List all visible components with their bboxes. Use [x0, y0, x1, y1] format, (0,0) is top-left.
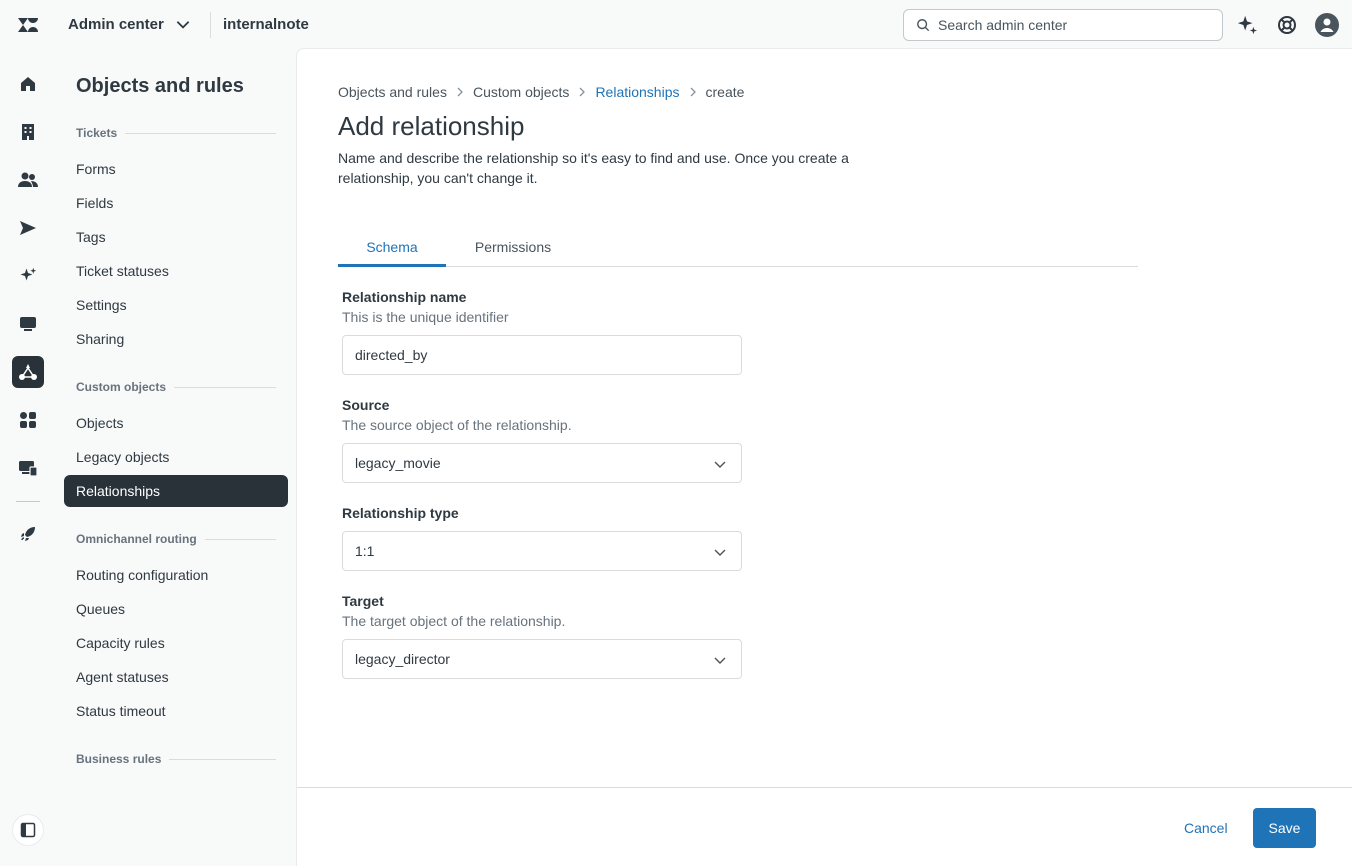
apps-icon[interactable]: [12, 404, 44, 436]
divider: [210, 12, 211, 38]
people-icon[interactable]: [12, 164, 44, 196]
relationship-name-field[interactable]: [342, 335, 742, 375]
rail-divider: [16, 501, 40, 502]
rocket-icon[interactable]: [12, 518, 44, 550]
search-input[interactable]: [938, 17, 1198, 33]
target-value: legacy_director: [355, 651, 450, 667]
target-hint: The target object of the relationship.: [342, 613, 566, 629]
source-value: legacy_movie: [355, 455, 441, 471]
relationship-name-input[interactable]: [355, 347, 725, 363]
building-icon[interactable]: [12, 116, 44, 148]
nav-item-fields[interactable]: Fields: [64, 187, 288, 219]
home-icon[interactable]: [12, 68, 44, 100]
nav-title: Objects and rules: [76, 75, 244, 97]
relationship-type-value: 1:1: [355, 543, 375, 559]
nav-item-routing-configuration[interactable]: Routing configuration: [64, 559, 288, 591]
tab-permissions[interactable]: Permissions: [460, 239, 566, 267]
tab-list: Schema Permissions: [338, 235, 1138, 267]
nav-section-tickets: Tickets: [76, 126, 276, 140]
nav-item-relationships[interactable]: Relationships: [64, 475, 288, 507]
breadcrumb-objects-and-rules[interactable]: Objects and rules: [338, 84, 447, 100]
ai-sparkle-icon[interactable]: [1235, 13, 1259, 37]
breadcrumb-relationships[interactable]: Relationships: [595, 84, 679, 100]
cancel-button[interactable]: Cancel: [1172, 808, 1240, 848]
target-select[interactable]: legacy_director: [342, 639, 742, 679]
source-label: Source: [342, 397, 390, 413]
nav-item-legacy-objects[interactable]: Legacy objects: [64, 441, 288, 473]
user-avatar-icon[interactable]: [1315, 13, 1339, 37]
nav-section-business-rules: Business rules: [76, 752, 276, 766]
workspaces-icon[interactable]: [12, 452, 44, 484]
relationship-name-label: Relationship name: [342, 289, 467, 305]
zendesk-logo-icon[interactable]: [16, 13, 40, 37]
nav-item-ticket-statuses[interactable]: Ticket statuses: [64, 255, 288, 287]
relationship-name-hint: This is the unique identifier: [342, 309, 509, 325]
relationship-type-label: Relationship type: [342, 505, 459, 521]
nav-item-sharing[interactable]: Sharing: [64, 323, 288, 355]
nav-item-status-timeout[interactable]: Status timeout: [64, 695, 288, 727]
collapse-sidebar-icon[interactable]: [12, 814, 44, 846]
chevron-down-icon: [714, 657, 726, 664]
source-select[interactable]: legacy_movie: [342, 443, 742, 483]
section-label: Tickets: [76, 126, 118, 140]
section-label: Omnichannel routing: [76, 532, 197, 546]
chat-icon[interactable]: [12, 308, 44, 340]
nav-item-objects[interactable]: Objects: [64, 407, 288, 439]
nav-item-settings[interactable]: Settings: [64, 289, 288, 321]
nav-section-omnichannel-routing: Omnichannel routing: [76, 532, 276, 546]
nav-section-custom-objects: Custom objects: [76, 380, 276, 394]
nav-item-agent-statuses[interactable]: Agent statuses: [64, 661, 288, 693]
page-description: Name and describe the relationship so it…: [338, 150, 849, 186]
objects-and-rules-icon[interactable]: [12, 356, 44, 388]
secondary-nav: Objects and rules Tickets Forms Fields T…: [56, 50, 296, 866]
help-icon[interactable]: [1275, 13, 1299, 37]
chevron-right-icon: [579, 87, 586, 97]
save-button[interactable]: Save: [1253, 808, 1316, 848]
breadcrumb: Objects and rules Custom objects Relatio…: [338, 84, 744, 100]
search-box[interactable]: [903, 9, 1223, 41]
page-title: Add relationship: [338, 111, 525, 141]
search-icon: [917, 19, 930, 32]
nav-item-queues[interactable]: Queues: [64, 593, 288, 625]
nav-item-tags[interactable]: Tags: [64, 221, 288, 253]
section-label: Business rules: [76, 752, 162, 766]
breadcrumb-current: create: [705, 84, 745, 100]
nav-item-capacity-rules[interactable]: Capacity rules: [64, 627, 288, 659]
product-name: Admin center: [68, 15, 164, 33]
target-label: Target: [342, 593, 384, 609]
chevron-down-icon: [714, 461, 726, 468]
source-hint: The source object of the relationship.: [342, 417, 572, 433]
send-icon[interactable]: [12, 212, 44, 244]
top-bar: Admin center internalnote: [0, 0, 1352, 50]
main-panel: Objects and rules Custom objects Relatio…: [296, 48, 1352, 866]
product-rail: [0, 50, 56, 866]
tab-schema[interactable]: Schema: [338, 239, 446, 267]
chevron-right-icon: [457, 87, 463, 97]
chevron-down-icon: [714, 549, 726, 556]
relationship-type-select[interactable]: 1:1: [342, 531, 742, 571]
nav-item-forms[interactable]: Forms: [64, 153, 288, 185]
section-label: Custom objects: [76, 380, 167, 394]
product-switcher[interactable]: Admin center: [68, 15, 192, 33]
sparkle-icon[interactable]: [12, 260, 44, 292]
chevron-down-icon: [176, 21, 190, 29]
instance-name: internalnote: [223, 16, 309, 33]
form-footer: Cancel Save: [297, 787, 1352, 866]
breadcrumb-custom-objects[interactable]: Custom objects: [473, 84, 569, 100]
chevron-right-icon: [690, 87, 696, 97]
